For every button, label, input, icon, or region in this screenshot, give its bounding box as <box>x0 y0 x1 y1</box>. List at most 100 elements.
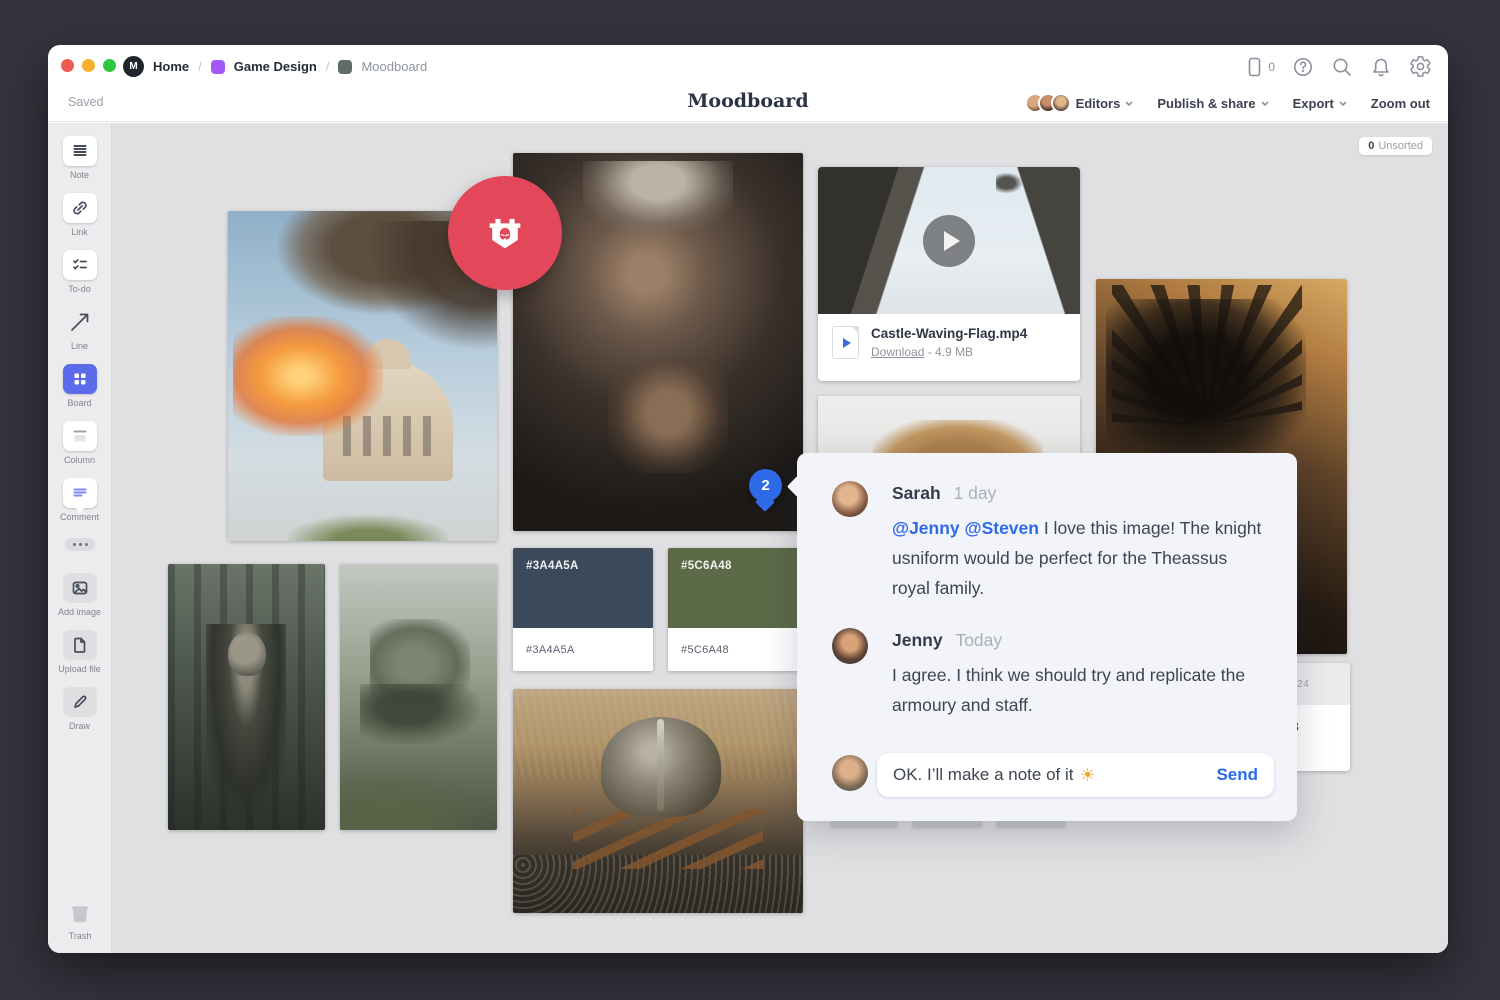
board-canvas[interactable]: 0 Unsorted <box>112 123 1448 953</box>
hex-caption: #3A4A5A <box>526 644 653 656</box>
tool-label: Line <box>71 341 88 351</box>
zoom-out-button[interactable]: Zoom out <box>1371 96 1430 111</box>
pencil-icon <box>70 692 90 712</box>
mentions[interactable]: @Jenny @Steven <box>892 518 1039 538</box>
image-card-forest-armor[interactable] <box>168 564 325 830</box>
unsorted-count: 0 <box>1368 140 1374 152</box>
tool-sidebar: Note Link To-do Line Board Column Commen… <box>48 123 112 953</box>
image-card-helmet-armour[interactable] <box>513 689 803 913</box>
tool-label: Column <box>64 455 95 465</box>
video-thumbnail[interactable] <box>818 167 1080 314</box>
board-color-icon <box>338 60 352 74</box>
comment-author: Sarah <box>892 483 941 503</box>
chevron-down-icon <box>1339 101 1347 106</box>
comment-pin-count: 2 <box>761 477 769 494</box>
tool-upload-file[interactable]: Upload file <box>48 630 111 674</box>
milanote-logo-icon[interactable]: M <box>123 56 144 77</box>
mobile-sync-button[interactable]: 0 <box>1244 56 1275 78</box>
minimize-window-button[interactable] <box>82 59 95 72</box>
game-logo-badge[interactable] <box>448 176 562 290</box>
export-dropdown[interactable]: Export <box>1293 96 1347 111</box>
comment-input[interactable]: OK. I’ll make a note of it ☀ Send <box>877 753 1274 797</box>
tool-label: Upload file <box>58 664 101 674</box>
mobile-count: 0 <box>1268 60 1275 74</box>
gear-icon <box>1409 55 1432 78</box>
board-icon <box>70 369 90 389</box>
breadcrumb-project[interactable]: Game Design <box>234 59 317 74</box>
video-file-footer: Castle-Waving-Flag.mp4 Download - 4.9 MB <box>818 314 1080 371</box>
hex-caption: #5C6A48 <box>681 644 803 656</box>
tool-label: Draw <box>69 721 90 731</box>
add-image-icon <box>70 578 90 598</box>
tool-link[interactable]: Link <box>48 193 111 237</box>
tool-comment[interactable]: Comment <box>48 478 111 522</box>
search-button[interactable] <box>1331 56 1353 78</box>
send-button[interactable]: Send <box>1216 765 1258 785</box>
chevron-down-icon <box>1125 101 1133 106</box>
editors-dropdown[interactable]: Editors <box>1025 93 1134 113</box>
castle-shield-knight-icon <box>473 201 537 265</box>
tool-label: Comment <box>60 512 99 522</box>
settings-button[interactable] <box>1409 55 1432 78</box>
image-card-rock[interactable] <box>818 396 1080 460</box>
play-button[interactable] <box>923 215 975 267</box>
hands <box>608 363 728 473</box>
hidden-card-edge <box>996 821 1066 826</box>
titlebar: M Home / Game Design / Moodboard 0 <box>48 45 1448 87</box>
note-icon <box>70 141 90 161</box>
tool-board[interactable]: Board <box>48 364 111 408</box>
comment-pin[interactable]: 2 <box>749 469 782 502</box>
comment-text: I agree. I think we should try and repli… <box>892 665 1245 715</box>
comment-thread-panel: Sarah 1 day @Jenny @Steven I love this i… <box>797 453 1297 821</box>
editors-label: Editors <box>1076 96 1121 111</box>
comment-input-value: OK. I’ll make a note of it <box>893 765 1073 785</box>
todo-icon <box>70 255 90 275</box>
tool-line[interactable]: Line <box>48 307 111 351</box>
tool-column[interactable]: Column <box>48 421 111 465</box>
statue-jaw <box>360 684 480 744</box>
trash-dropzone[interactable]: Trash <box>48 901 112 941</box>
color-block: #5C6A48 <box>668 548 803 628</box>
breadcrumb: M Home / Game Design / Moodboard <box>123 56 427 77</box>
line-arrow-icon <box>68 310 92 334</box>
hidden-card-edge <box>912 821 982 826</box>
window-controls <box>61 59 116 72</box>
breadcrumb-separator: / <box>198 59 202 74</box>
breadcrumb-home[interactable]: Home <box>153 59 189 74</box>
breadcrumb-separator: / <box>326 59 330 74</box>
foliage <box>288 515 448 541</box>
publish-share-dropdown[interactable]: Publish & share <box>1157 96 1268 111</box>
hex-label: #5C6A48 <box>681 560 732 572</box>
app-window: M Home / Game Design / Moodboard 0 <box>48 45 1448 953</box>
tool-add-image[interactable]: Add image <box>48 573 111 617</box>
more-tools-button[interactable] <box>65 538 95 551</box>
unsorted-label: Unsorted <box>1378 140 1423 152</box>
trash-icon <box>67 901 93 927</box>
tool-todo[interactable]: To-do <box>48 250 111 294</box>
tool-note[interactable]: Note <box>48 136 111 180</box>
color-swatch-card[interactable]: #5C6A48 #5C6A48 <box>668 548 803 671</box>
notifications-button[interactable] <box>1370 56 1392 78</box>
avatar <box>832 628 868 664</box>
color-swatch-card[interactable]: #3A4A5A #3A4A5A <box>513 548 653 671</box>
tool-label: Trash <box>69 931 92 941</box>
publish-share-label: Publish & share <box>1157 96 1255 111</box>
tool-label: Board <box>67 398 91 408</box>
image-card-dragon-statue[interactable] <box>340 564 497 830</box>
maximize-window-button[interactable] <box>103 59 116 72</box>
unsorted-badge[interactable]: 0 Unsorted <box>1359 137 1432 155</box>
video-card[interactable]: Castle-Waving-Flag.mp4 Download - 4.9 MB <box>818 167 1080 381</box>
help-button[interactable] <box>1292 56 1314 78</box>
close-window-button[interactable] <box>61 59 74 72</box>
color-block: #3A4A5A <box>513 548 653 628</box>
foliage <box>340 760 497 830</box>
avatar <box>832 755 868 791</box>
avatar <box>1051 93 1071 113</box>
breadcrumb-current: Moodboard <box>361 59 427 74</box>
tool-label: Add image <box>58 607 101 617</box>
comment-author: Jenny <box>892 630 943 650</box>
waving-flag <box>996 173 1022 193</box>
tool-draw[interactable]: Draw <box>48 687 111 731</box>
download-link[interactable]: Download <box>871 345 924 359</box>
comment-icon <box>70 483 90 503</box>
